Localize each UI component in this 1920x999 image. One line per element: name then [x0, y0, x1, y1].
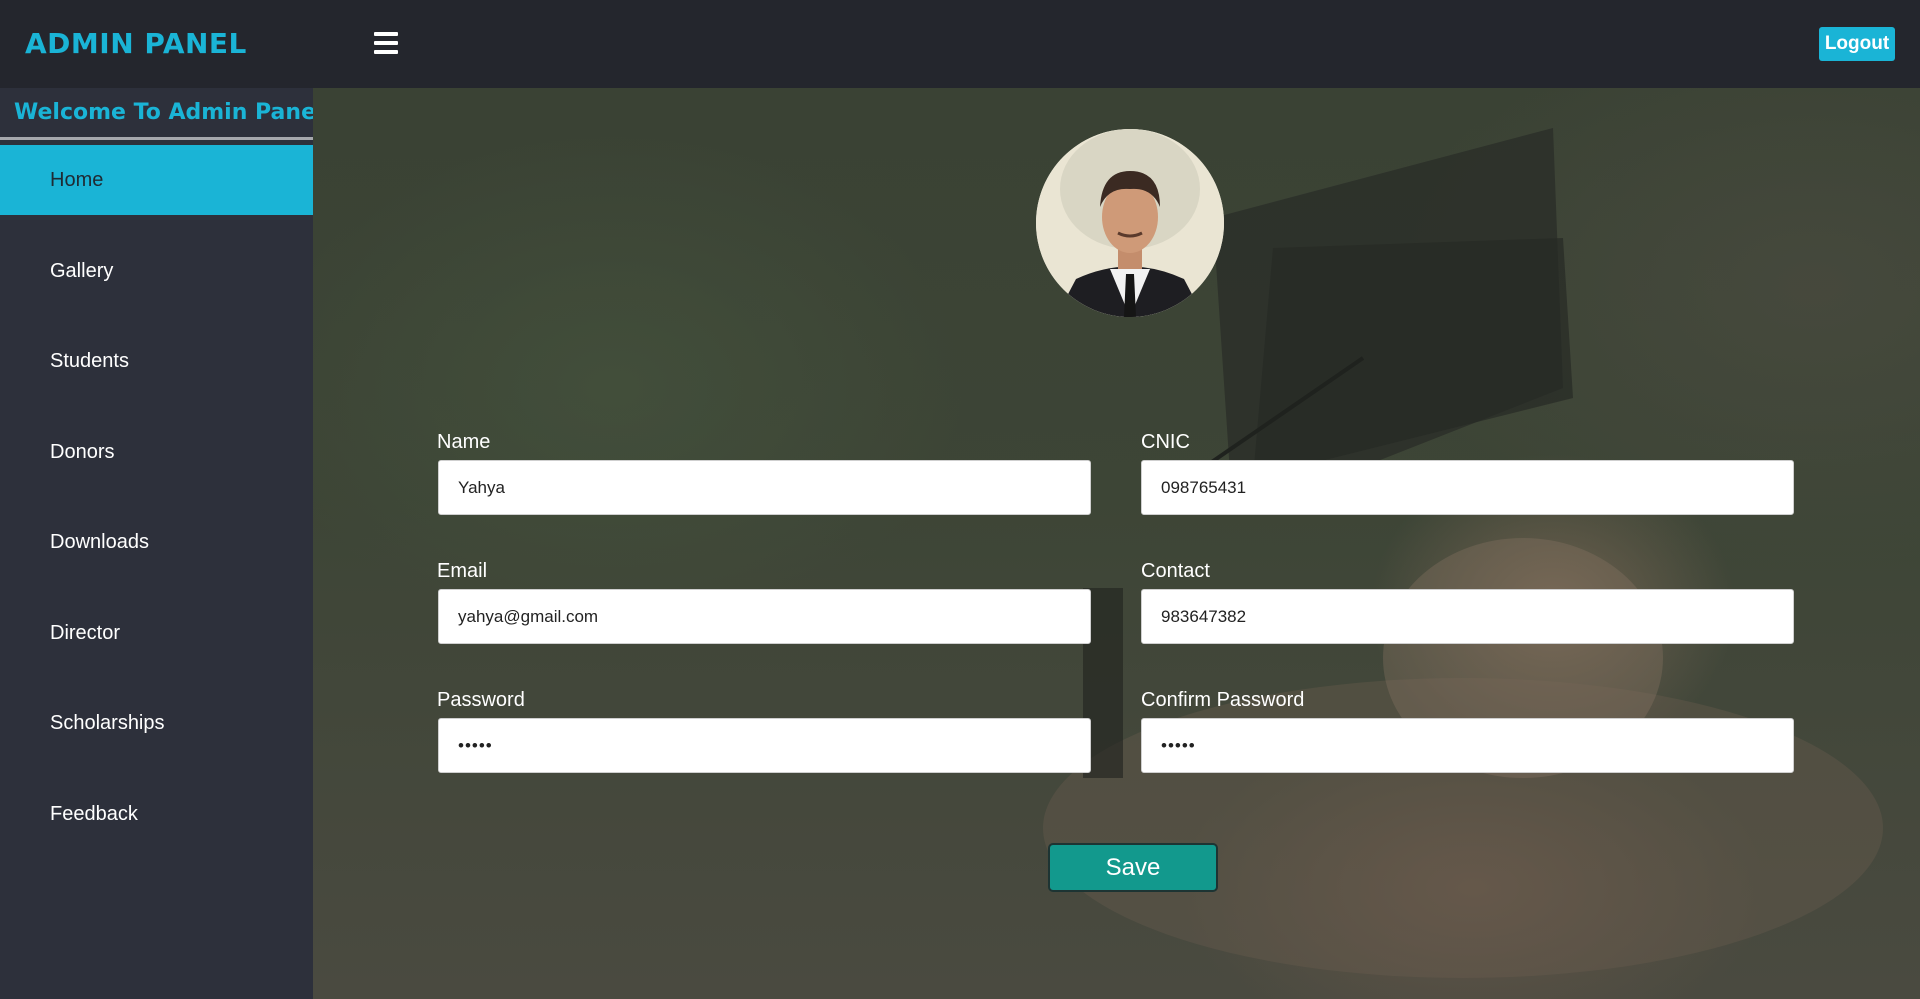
hamburger-menu-icon[interactable] — [374, 32, 398, 54]
password-input[interactable] — [438, 718, 1091, 773]
contact-input[interactable] — [1141, 589, 1794, 644]
email-label: Email — [437, 560, 488, 582]
email-input[interactable] — [438, 589, 1091, 644]
sidebar-item-scholarships[interactable]: Scholarships — [0, 688, 313, 758]
sidebar-item-gallery[interactable]: Gallery — [0, 236, 313, 306]
confirm-password-label: Confirm Password — [1141, 689, 1305, 711]
profile-avatar[interactable] — [1036, 129, 1224, 317]
password-label: Password — [437, 689, 525, 711]
sidebar-item-donors[interactable]: Donors — [0, 417, 313, 487]
sidebar-item-feedback[interactable]: Feedback — [0, 779, 313, 849]
sidebar: Welcome To Admin Panel Home Gallery Stud… — [0, 88, 324, 999]
sidebar-item-students[interactable]: Students — [0, 326, 313, 396]
sidebar-item-downloads[interactable]: Downloads — [0, 507, 313, 577]
top-bar: ADMIN PANEL Logout — [0, 0, 1920, 88]
sidebar-welcome-heading: Welcome To Admin Panel — [0, 88, 324, 140]
graduation-cap-background-image — [1201, 128, 1573, 478]
sidebar-item-home[interactable]: Home — [0, 145, 313, 215]
cnic-input[interactable] — [1141, 460, 1794, 515]
main-content: Name CNIC Email Contact Password Confirm… — [313, 88, 1920, 999]
name-input[interactable] — [438, 460, 1091, 515]
confirm-password-input[interactable] — [1141, 718, 1794, 773]
sidebar-item-director[interactable]: Director — [0, 598, 313, 668]
name-label: Name — [437, 431, 491, 453]
save-button[interactable]: Save — [1048, 843, 1218, 892]
logout-button[interactable]: Logout — [1819, 27, 1895, 61]
sidebar-nav: Home Gallery Students Donors Downloads D… — [0, 145, 313, 849]
cnic-label: CNIC — [1141, 431, 1190, 453]
contact-label: Contact — [1141, 560, 1210, 582]
brand-title: ADMIN PANEL — [25, 27, 247, 60]
